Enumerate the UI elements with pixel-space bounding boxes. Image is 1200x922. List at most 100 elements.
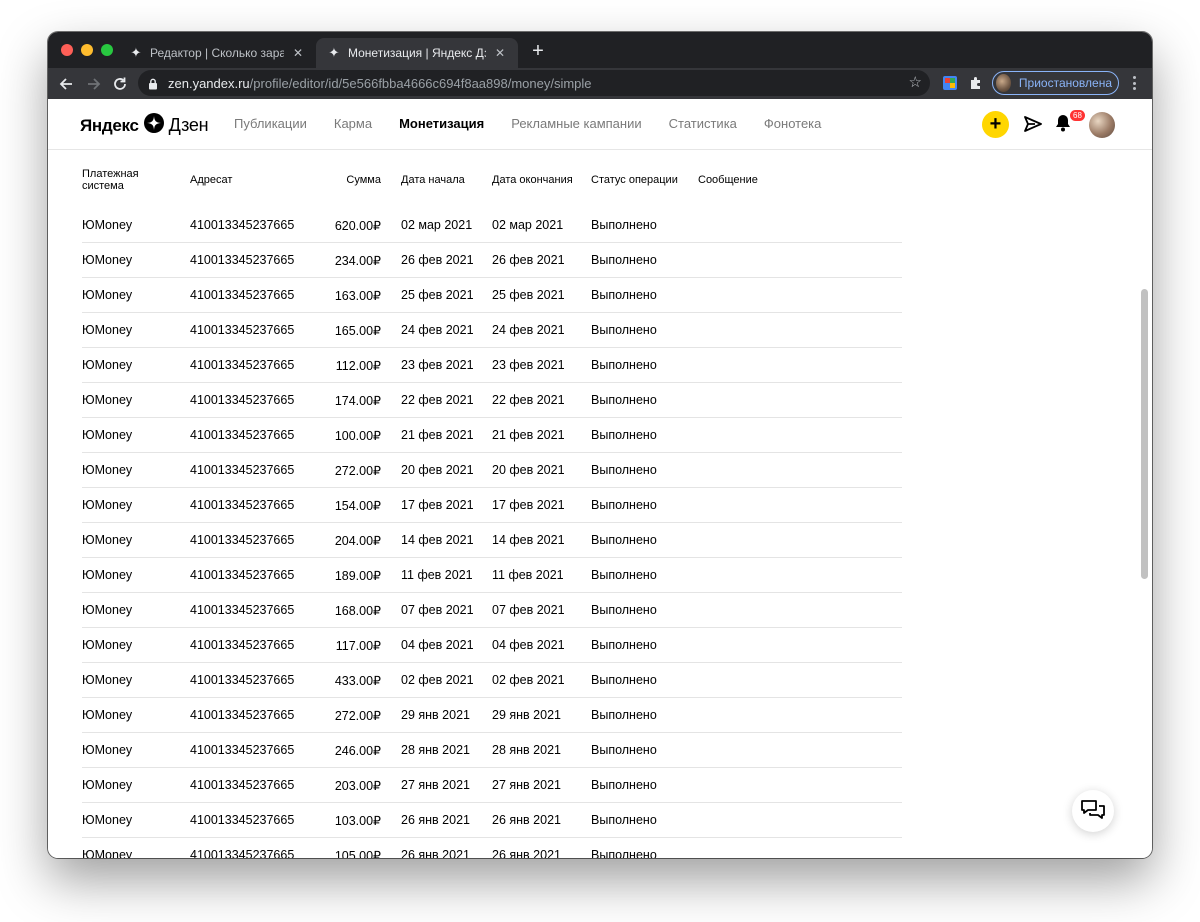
- cell-message: [698, 382, 902, 418]
- cell-message: [698, 627, 902, 663]
- cell-status: Выполнено: [591, 767, 698, 803]
- table-row: ЮMoney 410013345237665 203.00₽ 27 янв 2021 2…: [82, 767, 902, 803]
- minimize-window-button[interactable]: [81, 44, 93, 56]
- browser-tab-editor[interactable]: ✦ Редактор | Сколько заработать ✕: [118, 38, 316, 68]
- close-tab-icon[interactable]: ✕: [290, 46, 306, 60]
- new-tab-button[interactable]: +: [526, 39, 550, 63]
- address-bar[interactable]: zen.yandex.ru/profile/editor/id/5e566fbb…: [138, 70, 930, 96]
- cell-status: Выполнено: [591, 242, 698, 278]
- cell-amount: 272.00₽: [320, 452, 401, 488]
- nav-item-images[interactable]: Фонотека: [764, 116, 821, 131]
- cell-recipient: 410013345237665: [190, 732, 320, 768]
- cell-end-date: 02 мар 2021: [492, 208, 591, 243]
- cell-message: [698, 417, 902, 453]
- forward-arrow-icon[interactable]: [82, 72, 106, 96]
- browser-toolbar: zen.yandex.ru/profile/editor/id/5e566fbb…: [48, 68, 1152, 99]
- cell-message: [698, 697, 902, 733]
- user-avatar[interactable]: [1089, 112, 1115, 138]
- tab-strip: ✦ Редактор | Сколько заработать ✕ ✦ Моне…: [48, 32, 1152, 68]
- zoom-window-button[interactable]: [101, 44, 113, 56]
- support-chat-button[interactable]: [1072, 790, 1114, 832]
- nav-item-monetization[interactable]: Монетизация: [399, 116, 484, 131]
- cell-amount: 189.00₽: [320, 557, 401, 593]
- profile-status-label: Приостановлена: [1018, 76, 1112, 90]
- cell-recipient: 410013345237665: [190, 767, 320, 803]
- table-row: ЮMoney 410013345237665 272.00₽ 20 фев 2021 2…: [82, 452, 902, 488]
- cell-start-date: 22 фев 2021: [401, 382, 492, 418]
- table-row: ЮMoney 410013345237665 100.00₽ 21 фев 2021 2…: [82, 417, 902, 453]
- puzzle-extensions-icon[interactable]: [967, 74, 985, 92]
- table-row: ЮMoney 410013345237665 103.00₽ 26 янв 2021 2…: [82, 802, 902, 838]
- table-row: ЮMoney 410013345237665 204.00₽ 14 фев 2021 1…: [82, 522, 902, 558]
- cell-payment-system: ЮMoney: [82, 382, 190, 418]
- cell-amount: 433.00₽: [320, 662, 401, 698]
- cell-start-date: 26 янв 2021: [401, 837, 492, 858]
- cell-payment-system: ЮMoney: [82, 452, 190, 488]
- cell-recipient: 410013345237665: [190, 837, 320, 858]
- close-window-button[interactable]: [61, 44, 73, 56]
- cell-message: [698, 522, 902, 558]
- extension-icon[interactable]: [941, 74, 959, 92]
- cell-amount: 100.00₽: [320, 417, 401, 453]
- back-arrow-icon[interactable]: [54, 72, 78, 96]
- column-header-amount: Сумма: [346, 173, 381, 186]
- yandex-zen-logo[interactable]: Яндекс Дзен: [80, 113, 209, 138]
- cell-payment-system: ЮMoney: [82, 557, 190, 593]
- table-header-row: Платежная система Адресат Сумма Дата нач…: [82, 151, 902, 208]
- cell-status: Выполнено: [591, 522, 698, 558]
- browser-tab-monetization[interactable]: ✦ Монетизация | Яндекс Дзен ✕: [316, 38, 518, 68]
- cell-payment-system: ЮMoney: [82, 417, 190, 453]
- page-scrollbar[interactable]: [1141, 289, 1148, 579]
- profile-button[interactable]: Приостановлена: [992, 71, 1119, 95]
- table-row: ЮMoney 410013345237665 234.00₽ 26 фев 2021 2…: [82, 242, 902, 278]
- cell-end-date: 23 фев 2021: [492, 347, 591, 383]
- cell-status: Выполнено: [591, 347, 698, 383]
- cell-recipient: 410013345237665: [190, 277, 320, 313]
- table-row: ЮMoney 410013345237665 620.00₽ 02 мар 2021 0…: [82, 208, 902, 243]
- bell-icon[interactable]: [1055, 114, 1071, 137]
- cell-message: [698, 557, 902, 593]
- table-row: ЮMoney 410013345237665 154.00₽ 17 фев 2021 1…: [82, 487, 902, 523]
- cell-message: [698, 452, 902, 488]
- cell-start-date: 23 фев 2021: [401, 347, 492, 383]
- table-row: ЮMoney 410013345237665 112.00₽ 23 фев 2021 2…: [82, 347, 902, 383]
- cell-amount: 165.00₽: [320, 312, 401, 348]
- table-row: ЮMoney 410013345237665 189.00₽ 11 фев 2021 1…: [82, 557, 902, 593]
- cell-recipient: 410013345237665: [190, 697, 320, 733]
- table-row: ЮMoney 410013345237665 163.00₽ 25 фев 2021 2…: [82, 277, 902, 313]
- logo-text-a: Яндекс: [80, 115, 139, 135]
- cell-status: Выполнено: [591, 662, 698, 698]
- nav-item-karma[interactable]: Карма: [334, 116, 372, 131]
- send-icon[interactable]: [1023, 114, 1043, 139]
- column-header-payment-system: Платежная система: [82, 167, 139, 192]
- cell-amount: 117.00₽: [320, 627, 401, 663]
- cell-recipient: 410013345237665: [190, 452, 320, 488]
- column-header-status: Статус операции: [591, 173, 678, 186]
- cell-start-date: 20 фев 2021: [401, 452, 492, 488]
- cell-message: [698, 732, 902, 768]
- close-tab-icon[interactable]: ✕: [492, 46, 508, 60]
- cell-amount: 154.00₽: [320, 487, 401, 523]
- zen-favicon-icon: ✦: [328, 45, 340, 60]
- nav-item-publications[interactable]: Публикации: [234, 116, 307, 131]
- browser-menu-icon[interactable]: [1126, 74, 1142, 92]
- cell-start-date: 26 фев 2021: [401, 242, 492, 278]
- cell-status: Выполнено: [591, 277, 698, 313]
- cell-amount: 105.00₽: [320, 837, 401, 858]
- cell-amount: 203.00₽: [320, 767, 401, 803]
- add-publication-button[interactable]: +: [982, 111, 1009, 138]
- cell-amount: 204.00₽: [320, 522, 401, 558]
- cell-end-date: 26 янв 2021: [492, 802, 591, 838]
- notification-count-badge: 68: [1070, 110, 1085, 121]
- cell-payment-system: ЮMoney: [82, 767, 190, 803]
- nav-item-statistics[interactable]: Статистика: [669, 116, 737, 131]
- cell-message: [698, 802, 902, 838]
- nav-item-ad-campaigns[interactable]: Рекламные кампании: [511, 116, 641, 131]
- column-header-message: Сообщение: [698, 173, 758, 186]
- cell-status: Выполнено: [591, 487, 698, 523]
- cell-end-date: 26 фев 2021: [492, 242, 591, 278]
- cell-status: Выполнено: [591, 382, 698, 418]
- cell-end-date: 29 янв 2021: [492, 697, 591, 733]
- bookmark-star-icon[interactable]: ☆: [909, 74, 922, 92]
- reload-icon[interactable]: [108, 72, 132, 96]
